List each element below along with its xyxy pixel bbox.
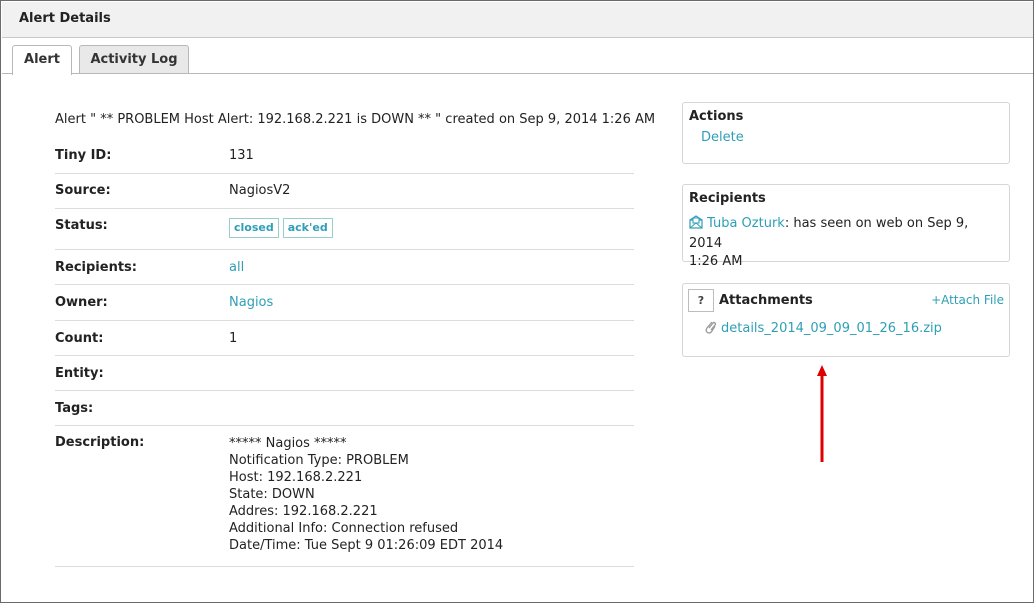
tab-divider	[2, 73, 1033, 74]
actions-panel: Actions Delete	[682, 102, 1010, 164]
description-line: Additional Info: Connection refused	[229, 521, 459, 536]
tab-alert[interactable]: Alert	[12, 45, 72, 75]
attachment-item: details_2014_09_09_01_26_16.zip	[703, 319, 942, 339]
title-bar: Alert Details	[2, 2, 1033, 38]
recipients-panel: Recipients Tuba Ozturk: has seen on web …	[682, 184, 1010, 269]
field-label: Count:	[55, 331, 104, 346]
description-line: Host: 192.168.2.221	[229, 470, 363, 485]
field-row-tags: Tags:	[55, 391, 634, 426]
attach-file-link[interactable]: +Attach File	[931, 293, 1004, 307]
attachment-file-link[interactable]: details_2014_09_09_01_26_16.zip	[721, 321, 942, 336]
field-row-description: Description: ***** Nagios ***** Notifica…	[55, 426, 634, 567]
field-label: Description:	[55, 435, 145, 450]
field-label: Entity:	[55, 366, 104, 381]
field-label: Recipients:	[55, 260, 137, 275]
alert-headline: Alert " ** PROBLEM Host Alert: 192.168.2…	[55, 112, 656, 127]
status-badge-closed[interactable]: closed	[229, 218, 279, 238]
attachments-panel: ? Attachments +Attach File details_2014_…	[682, 283, 1010, 357]
paperclip-icon	[703, 319, 717, 339]
recipient-name-link[interactable]: Tuba Ozturk	[707, 216, 785, 231]
field-label: Tiny ID:	[55, 148, 112, 163]
tab-activity-log[interactable]: Activity Log	[79, 45, 189, 74]
recipients-link[interactable]: all	[229, 260, 244, 275]
field-row-tiny-id: Tiny ID: 131	[55, 138, 634, 174]
status-badge-acked[interactable]: ack'ed	[282, 218, 333, 238]
recipient-status-time: 1:26 AM	[689, 254, 743, 269]
field-row-recipients: Recipients: all	[55, 250, 634, 285]
description-text: ***** Nagios ***** Notification Type: PR…	[229, 435, 503, 554]
count-value: 1	[229, 331, 238, 346]
source-value: NagiosV2	[229, 183, 291, 198]
field-row-status: Status: closed ack'ed	[55, 209, 634, 250]
field-row-count: Count: 1	[55, 321, 634, 356]
status-badges: closed ack'ed	[229, 218, 337, 238]
recipients-title: Recipients	[689, 191, 766, 206]
actions-title: Actions	[689, 109, 744, 124]
window-title: Alert Details	[19, 11, 111, 26]
field-label: Status:	[55, 218, 108, 233]
annotation-arrow-icon	[817, 365, 827, 462]
owner-link[interactable]: Nagios	[229, 295, 273, 310]
description-line: Notification Type: PROBLEM	[229, 453, 409, 468]
recipient-entry: Tuba Ozturk: has seen on web on Sep 9, 2…	[689, 215, 1005, 271]
help-button[interactable]: ?	[688, 289, 714, 312]
tiny-id-value: 131	[229, 148, 254, 163]
seen-envelope-icon	[689, 215, 703, 235]
field-label: Tags:	[55, 401, 94, 416]
alert-details-window: Alert Details Activity Log Alert Alert "…	[0, 0, 1034, 603]
field-row-entity: Entity:	[55, 356, 634, 391]
attachments-title: Attachments	[719, 293, 813, 308]
delete-link[interactable]: Delete	[701, 130, 744, 145]
field-row-owner: Owner: Nagios	[55, 285, 634, 321]
description-line: ***** Nagios *****	[229, 436, 347, 451]
description-line: Date/Time: Tue Sept 9 01:26:09 EDT 2014	[229, 538, 504, 553]
field-label: Owner:	[55, 295, 108, 310]
field-label: Source:	[55, 183, 111, 198]
description-line: State: DOWN	[229, 487, 315, 502]
field-row-source: Source: NagiosV2	[55, 174, 634, 209]
description-line: Addres: 192.168.2.221	[229, 504, 378, 519]
